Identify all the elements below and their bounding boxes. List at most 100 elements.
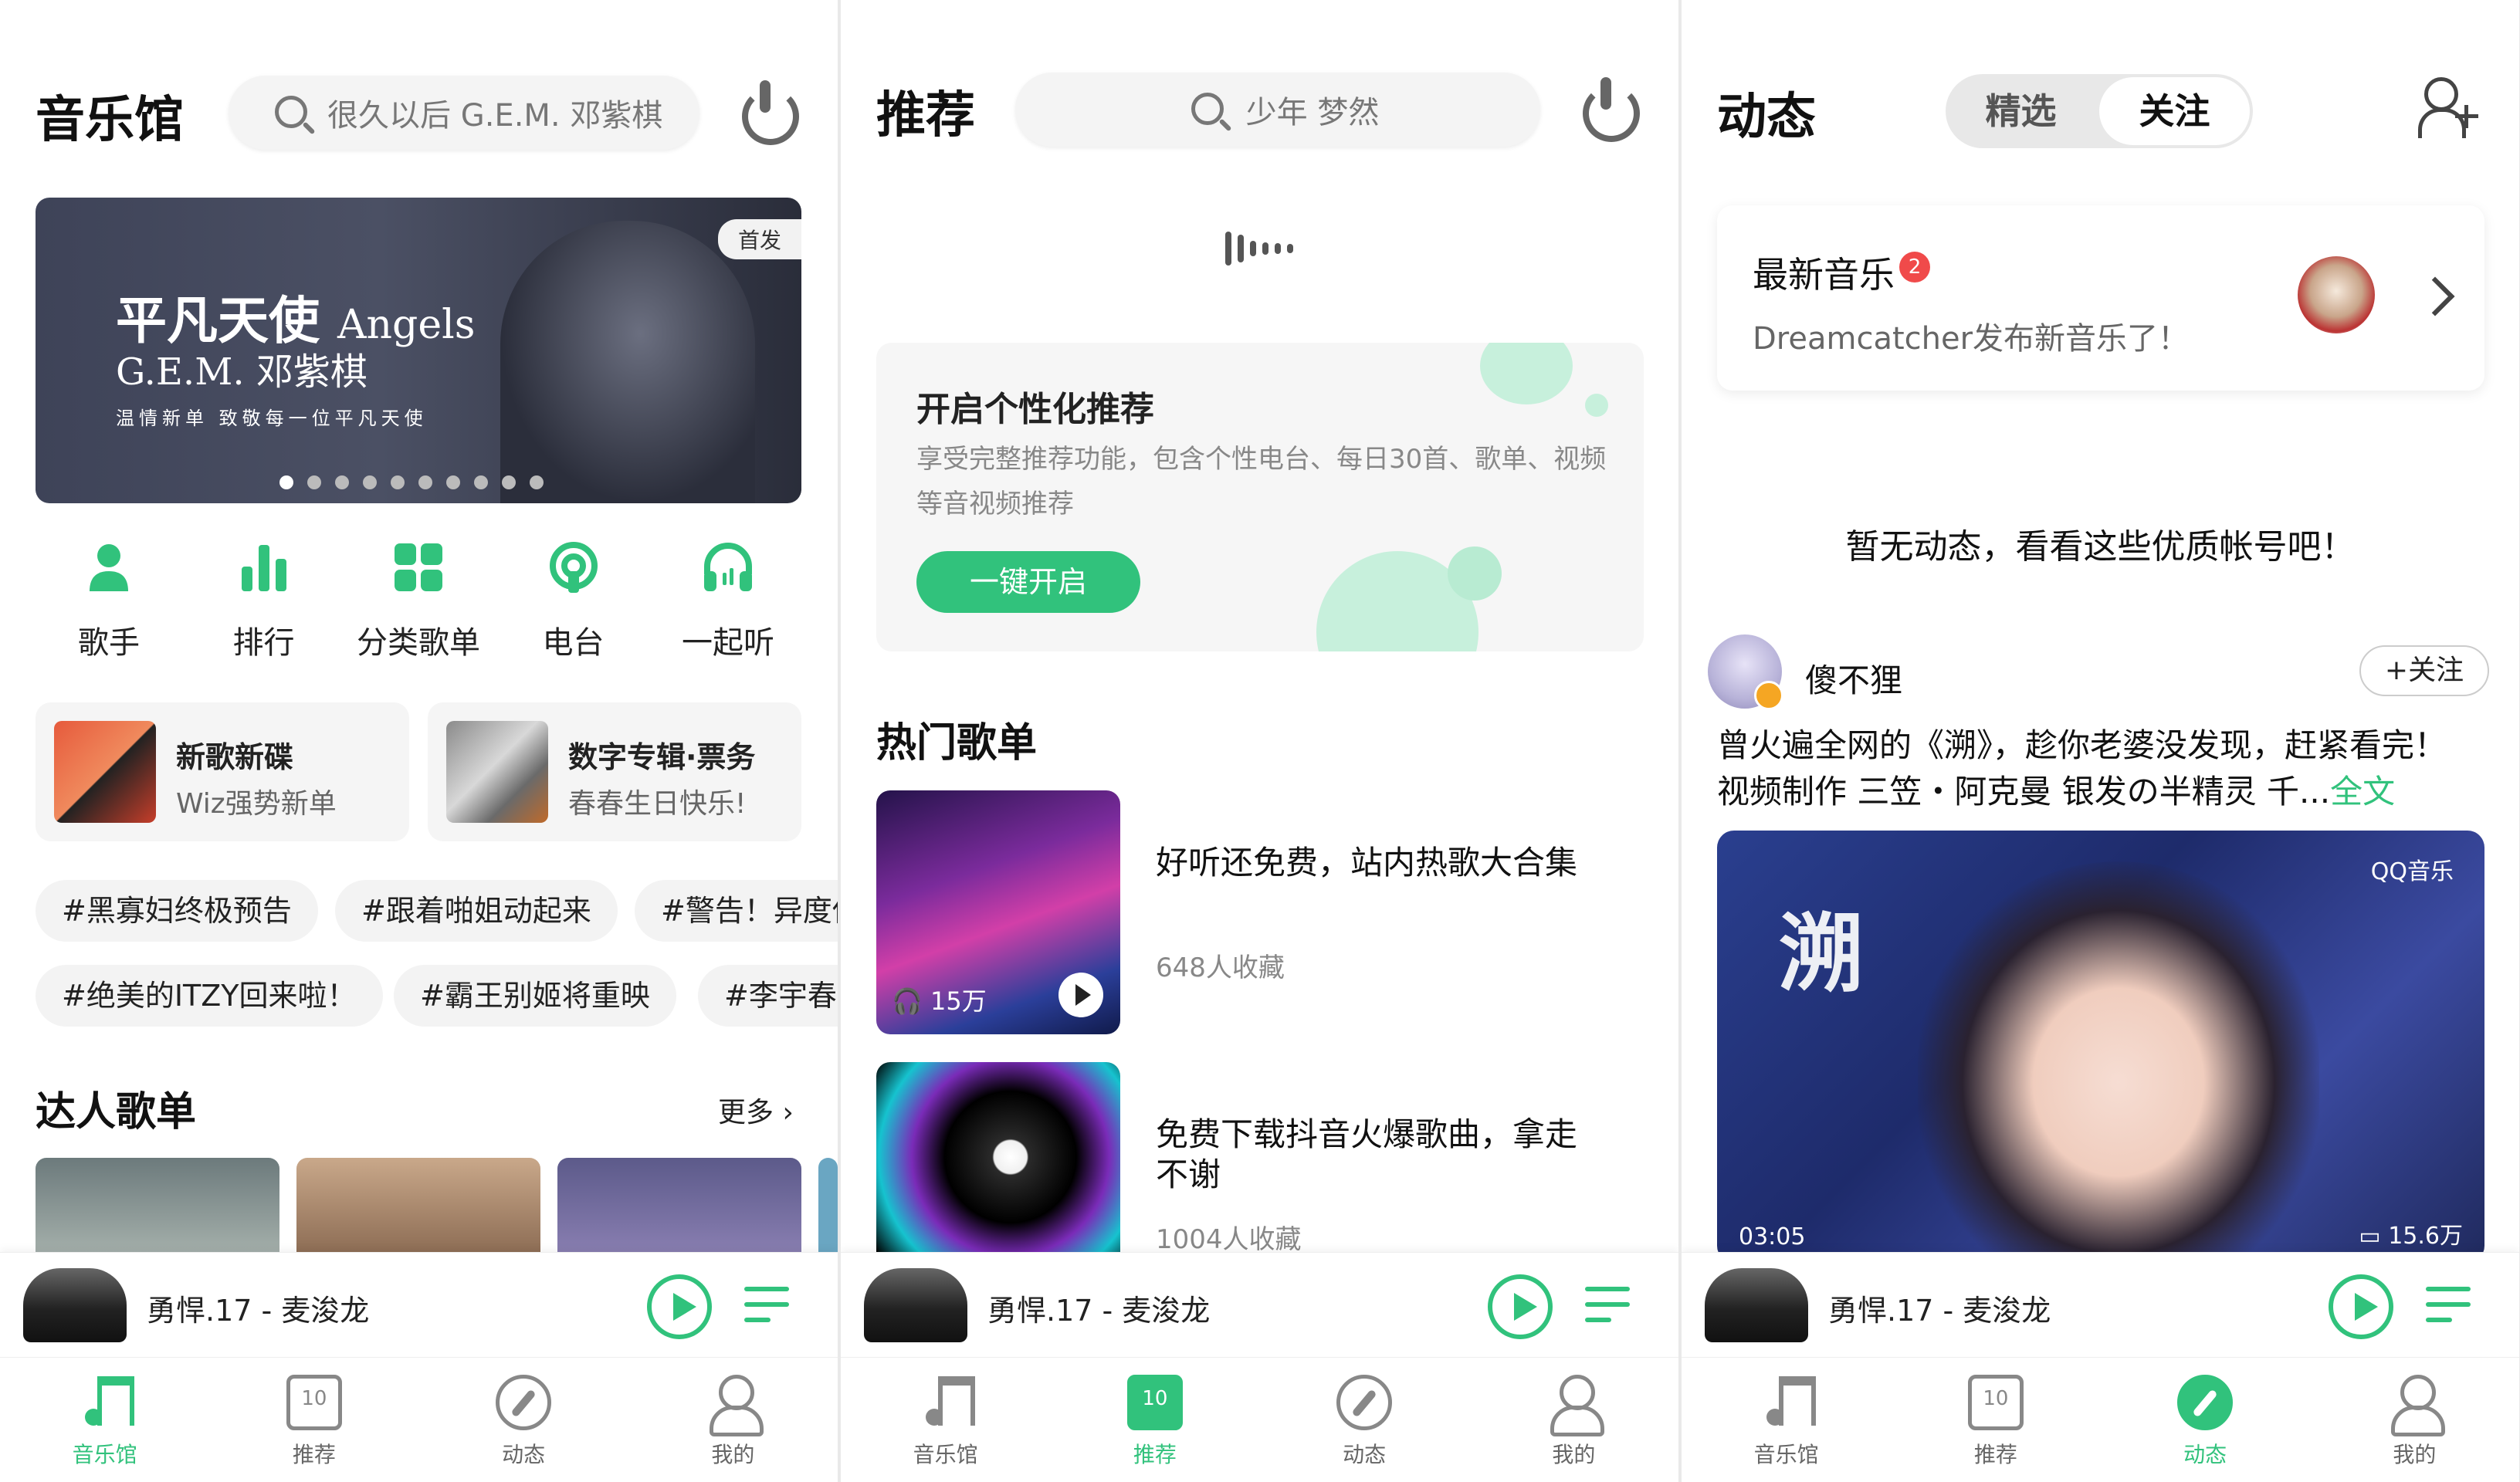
new-music-card[interactable]: 最新音乐 2 Dreamcatcher发布新音乐了！: [1717, 205, 2484, 391]
artist-avatar: [2298, 256, 2375, 333]
playlist-cover[interactable]: 🎧 15万: [876, 790, 1120, 1034]
category-listen-together[interactable]: 一起听: [655, 540, 801, 662]
page-title: 音乐馆: [36, 92, 184, 149]
category-chart[interactable]: 排行: [191, 540, 337, 662]
playlist-icon[interactable]: [2426, 1282, 2477, 1333]
playlist-title[interactable]: 免费下载抖音火爆歌曲，拿走不谢: [1156, 1115, 1588, 1195]
card-title: 新歌新碟: [176, 740, 294, 774]
nav-label: 音乐馆: [72, 1442, 137, 1467]
category-radio[interactable]: 电台: [500, 540, 647, 662]
playlist-icon[interactable]: [744, 1282, 795, 1333]
category-label: 一起听: [682, 625, 774, 661]
nav-recommend[interactable]: 10 推荐: [1891, 1358, 2100, 1482]
playlist-thumb[interactable]: [818, 1158, 838, 1258]
add-user-icon[interactable]: [2418, 77, 2478, 138]
user-avatar[interactable]: [1708, 634, 1783, 710]
more-link[interactable]: 更多 ›: [718, 1090, 794, 1130]
playlist-subtitle: 648人收藏: [1156, 952, 1285, 983]
album-cover[interactable]: [864, 1268, 967, 1342]
calendar-icon: 10: [286, 1375, 342, 1430]
digital-album-card[interactable]: 数字专辑·票务 春春生日快乐!: [428, 702, 801, 841]
carousel-dot[interactable]: [279, 475, 293, 489]
user-icon: [705, 1375, 764, 1436]
nav-recommend[interactable]: 10 推荐: [1050, 1358, 1259, 1482]
play-icon[interactable]: [647, 1274, 712, 1339]
topic-chip[interactable]: #霸王别姬将重映: [394, 965, 676, 1027]
playlist-title[interactable]: 好听还免费，站内热歌大合集: [1156, 843, 1588, 883]
carousel-dot[interactable]: [502, 475, 516, 489]
album-cover[interactable]: [23, 1268, 127, 1342]
playlist-icon[interactable]: [1585, 1282, 1636, 1333]
category-singer[interactable]: 歌手: [36, 540, 182, 662]
unread-badge: 2: [1899, 252, 1930, 283]
nav-recommend[interactable]: 10 推荐: [209, 1358, 418, 1482]
topic-chip[interactable]: #绝美的ITZY回来啦！: [36, 965, 383, 1027]
tab-following[interactable]: 关注: [2099, 77, 2250, 145]
topic-chip[interactable]: #警告！异度侵: [635, 880, 838, 942]
mini-player[interactable]: 勇悍.17 - 麦浚龙: [0, 1252, 838, 1357]
search-input[interactable]: 少年 梦然: [1015, 73, 1540, 147]
category-row: 歌手 排行 分类歌单 电台 一起听: [36, 540, 801, 662]
music-note-icon: [918, 1375, 975, 1430]
nav-label: 音乐馆: [913, 1442, 978, 1467]
nav-mine[interactable]: 我的: [628, 1358, 838, 1482]
chart-icon: [237, 540, 291, 594]
empty-feed-text: 暂无动态，看看这些优质帐号吧！: [1845, 527, 2356, 567]
playlist-thumb[interactable]: [36, 1158, 279, 1258]
follow-button[interactable]: +关注: [2359, 645, 2489, 696]
nav-mine[interactable]: 我的: [2310, 1358, 2519, 1482]
play-icon[interactable]: [1488, 1274, 1553, 1339]
chevron-right-icon[interactable]: [2415, 276, 2455, 316]
nav-feed[interactable]: 动态: [419, 1358, 628, 1482]
play-icon[interactable]: [1058, 973, 1103, 1017]
category-playlist-types[interactable]: 分类歌单: [345, 540, 492, 662]
carousel-dot[interactable]: [474, 475, 488, 489]
mini-player[interactable]: 勇悍.17 - 麦浚龙: [1682, 1252, 2519, 1357]
search-input[interactable]: 很久以后 G.E.M. 邓紫棋: [229, 76, 699, 150]
new-songs-card[interactable]: 新歌新碟 Wiz强势新单: [36, 702, 409, 841]
nav-feed[interactable]: 动态: [2101, 1358, 2310, 1482]
category-label: 电台: [542, 625, 605, 661]
carousel-dot[interactable]: [307, 475, 321, 489]
bottom-nav: 音乐馆 10 推荐 动态 我的: [841, 1357, 1678, 1482]
carousel-dot[interactable]: [446, 475, 460, 489]
tab-featured[interactable]: 精选: [1946, 74, 2096, 148]
carousel-dot[interactable]: [363, 475, 377, 489]
decor-bubble: [1480, 343, 1573, 404]
nav-music-hall[interactable]: 音乐馆: [841, 1358, 1050, 1482]
topic-chip[interactable]: #李宇春: [698, 965, 838, 1027]
compass-icon: [2177, 1375, 2234, 1430]
carousel-dot[interactable]: [530, 475, 544, 489]
carousel-dot[interactable]: [391, 475, 405, 489]
video-thumbnail[interactable]: 溯 QQ音乐 03:05 ▭ 15.6万: [1717, 831, 2484, 1263]
calendar-icon: 10: [1126, 1375, 1183, 1430]
section-title: 达人歌单: [36, 1089, 197, 1135]
user-name[interactable]: 傻不狸: [1805, 655, 1902, 702]
new-music-title: 最新音乐 2: [1753, 247, 1930, 298]
carousel-dot[interactable]: [418, 475, 432, 489]
playlist-thumb[interactable]: [296, 1158, 540, 1258]
read-more-link[interactable]: 全文: [2330, 773, 2395, 810]
carousel-dot[interactable]: [335, 475, 349, 489]
enable-button[interactable]: 一键开启: [916, 551, 1140, 613]
nav-label: 我的: [711, 1442, 755, 1467]
voice-search-icon[interactable]: [1580, 77, 1640, 142]
compass-icon: [496, 1375, 552, 1430]
playlist-cover[interactable]: [876, 1062, 1120, 1252]
nav-mine[interactable]: 我的: [1469, 1358, 1678, 1482]
play-icon[interactable]: [2329, 1274, 2393, 1339]
topic-chip[interactable]: #黑寡妇终极预告: [36, 880, 318, 942]
nav-label: 我的: [1552, 1442, 1596, 1467]
album-cover[interactable]: [1705, 1268, 1808, 1342]
mini-player[interactable]: 勇悍.17 - 麦浚龙: [841, 1252, 1678, 1357]
voice-search-icon[interactable]: [740, 80, 799, 145]
user-icon: [2386, 1375, 2446, 1436]
banner-carousel[interactable]: 首发 平凡天使 Angels G.E.M. 邓紫棋 温情新单 致敬每一位平凡天使: [36, 198, 801, 503]
nav-label: 动态: [502, 1442, 546, 1467]
topic-chip[interactable]: #跟着啪姐动起来: [335, 880, 618, 942]
nav-music-hall[interactable]: 音乐馆: [1682, 1358, 1891, 1482]
new-music-label: 最新音乐: [1753, 254, 1895, 296]
nav-feed[interactable]: 动态: [1260, 1358, 1469, 1482]
nav-music-hall[interactable]: 音乐馆: [0, 1358, 209, 1482]
playlist-thumb[interactable]: [557, 1158, 801, 1258]
